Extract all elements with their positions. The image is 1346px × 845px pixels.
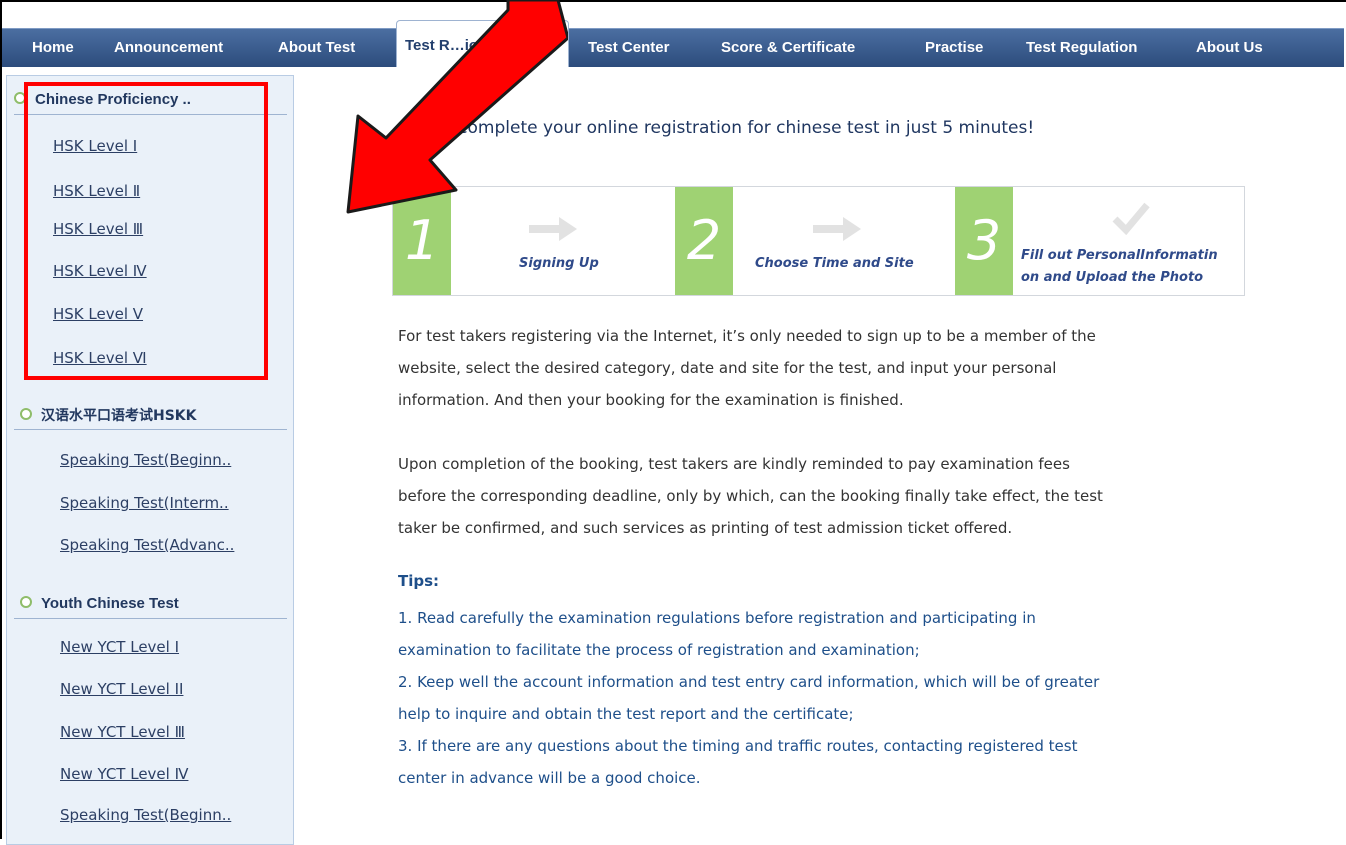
annotation-highlight-box: [24, 82, 268, 380]
tip-line: examination to facilitate the process of…: [398, 641, 920, 659]
step-1-label: Signing Up: [519, 256, 599, 271]
nav-announcement[interactable]: Announcement: [114, 29, 223, 67]
sidebar-section-title: Youth Chinese Test: [41, 595, 179, 612]
divider: [14, 429, 287, 430]
text-line: website, select the desired category, da…: [398, 359, 1057, 377]
nav-practise[interactable]: Practise: [925, 29, 983, 67]
step-3-label-line1: Fill out PersonalInformatin: [1021, 248, 1218, 263]
circle-bullet-icon: [20, 408, 32, 420]
step-2-label: Choose Time and Site: [755, 256, 914, 271]
tip-line: center in advance will be a good choice.: [398, 769, 701, 787]
text-line: taker be confirmed, and such services as…: [398, 519, 1013, 537]
intro-paragraph: For test takers registering via the Inte…: [398, 320, 1258, 416]
main-nav: Home Announcement About Test Test R…ion …: [2, 20, 1344, 67]
circle-bullet-icon: [20, 596, 32, 609]
sidebar-section-hskk[interactable]: 汉语水平口语考试HSKK: [20, 404, 197, 428]
right-arrow-icon: [813, 217, 861, 241]
checkmark-icon: [1112, 202, 1150, 235]
sidebar-item-hskk-advanced[interactable]: Speaking Test(Advanc..: [60, 536, 234, 554]
sidebar-item-yct-2[interactable]: New YCT Level II: [60, 680, 183, 698]
nav-home[interactable]: Home: [32, 29, 74, 67]
sidebar-item-yct-1[interactable]: New YCT Level I: [60, 638, 179, 656]
step-3-number: 3: [955, 187, 1013, 295]
nav-test-center[interactable]: Test Center: [588, 29, 669, 67]
sidebar-section-yct[interactable]: Youth Chinese Test: [20, 592, 179, 616]
text-line: information. And then your booking for t…: [398, 391, 904, 409]
nav-about-us[interactable]: About Us: [1196, 29, 1263, 67]
sidebar-item-yct-4[interactable]: New YCT Level Ⅳ: [60, 765, 188, 783]
nav-score-certificate[interactable]: Score & Certificate: [721, 29, 855, 67]
sidebar-item-yct-3[interactable]: New YCT Level Ⅲ: [60, 723, 185, 741]
sidebar-item-hskk-intermediate[interactable]: Speaking Test(Interm..: [60, 494, 229, 512]
text-line: before the corresponding deadline, only …: [398, 487, 1103, 505]
step-3-label-line2: on and Upload the Photo: [1021, 270, 1204, 285]
tip-line: 3. If there are any questions about the …: [398, 737, 1078, 755]
right-arrow-icon: [529, 217, 577, 241]
step-3-label: Fill out PersonalInformatin on and Uploa…: [1021, 245, 1218, 289]
tips-heading: Tips:: [398, 572, 440, 590]
nav-test-regulation[interactable]: Test Regulation: [1026, 29, 1137, 67]
sidebar-section-title: 汉语水平口语考试HSKK: [41, 408, 197, 424]
tip-line: 2. Keep well the account information and…: [398, 673, 1100, 691]
divider: [14, 618, 287, 619]
booking-paragraph: Upon completion of the booking, test tak…: [398, 448, 1258, 544]
tip-line: help to inquire and obtain the test repo…: [398, 705, 854, 723]
tips-list: 1. Read carefully the examination regula…: [398, 602, 1258, 794]
sidebar-item-yct-speaking-beginner[interactable]: Speaking Test(Beginn..: [60, 806, 231, 824]
sidebar-item-hskk-beginner[interactable]: Speaking Test(Beginn..: [60, 451, 231, 469]
step-2-number: 2: [675, 187, 733, 295]
tip-line: 1. Read carefully the examination regula…: [398, 609, 1036, 627]
text-line: Upon completion of the booking, test tak…: [398, 455, 1070, 473]
annotation-arrow-icon: [346, 0, 568, 214]
text-line: For test takers registering via the Inte…: [398, 327, 1096, 345]
